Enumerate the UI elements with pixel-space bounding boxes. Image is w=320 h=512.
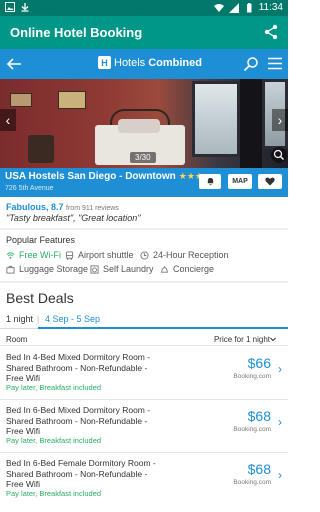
feature-airport-shuttle: Airport shuttle [65, 250, 134, 260]
tab-separator: | [37, 314, 40, 324]
luggage-icon [6, 265, 15, 274]
wall-art [10, 93, 32, 107]
deal-conditions: Pay later, Breakfast included [6, 436, 102, 445]
hotel-photo-gallery[interactable]: ‹ › 3/30 [0, 79, 288, 168]
concierge-bell-icon [160, 265, 169, 273]
divider [0, 452, 288, 453]
feature-24h-reception: 24-Hour Reception [140, 250, 229, 260]
laundry-icon [90, 264, 99, 274]
back-arrow-icon[interactable] [6, 56, 22, 72]
curtain [240, 79, 262, 168]
deal-room-name: Bed In 6-Bed Female Dormitory Room - Sha… [6, 458, 156, 489]
map-button[interactable]: MAP [228, 174, 252, 189]
logo-mark-icon: H [98, 56, 111, 69]
hotel-name-bar: USA Hostels San Diego - Downtown ★★★ 726 … [0, 168, 288, 197]
status-time: 11:34 [258, 2, 283, 13]
hotel-address: 726 5th Avenue [5, 185, 54, 192]
column-room: Room [6, 335, 28, 344]
site-header: H Hotels Combined [0, 49, 288, 79]
feature-concierge: Concierge [160, 264, 214, 274]
deal-provider: Booking.com [233, 426, 271, 433]
status-bar: 11:34 [0, 0, 288, 16]
deal-conditions: Pay later, Breakfast included [6, 489, 102, 498]
heart-icon [265, 177, 275, 186]
chevron-down-icon[interactable] [270, 335, 276, 343]
battery-icon [246, 2, 252, 12]
deal-provider: Booking.com [233, 479, 271, 486]
share-icon[interactable] [263, 24, 279, 40]
wifi-icon [213, 3, 224, 12]
deal-price: $68 [247, 408, 271, 424]
gallery-next-arrow-icon[interactable]: › [272, 109, 288, 131]
tab-active-indicator [38, 327, 288, 329]
image-notification-icon [5, 2, 15, 12]
tab-nights[interactable]: 1 night [6, 314, 33, 324]
deal-row[interactable]: Bed In 4-Bed Mixed Dormitory Room - Shar… [0, 352, 288, 404]
review-rating: Fabulous, 8.7 [6, 202, 64, 212]
signal-icon [228, 2, 239, 13]
zoom-icon[interactable] [271, 147, 287, 163]
chair [28, 135, 54, 163]
best-deals-title: Best Deals [6, 290, 74, 306]
app-bar: Online Hotel Booking [0, 16, 288, 49]
bell-icon [207, 177, 213, 186]
gallery-prev-arrow-icon[interactable]: ‹ [0, 109, 16, 131]
wifi-icon [6, 251, 15, 259]
search-icon[interactable] [243, 56, 259, 72]
deal-date-tabs: 1 night | 4 Sep - 5 Sep [0, 311, 288, 331]
price-alert-button[interactable] [199, 174, 221, 189]
window [192, 81, 240, 157]
hotelscombined-logo[interactable]: H Hotels Combined [98, 56, 202, 69]
logo-text-hotels: Hotels [114, 56, 146, 69]
shuttle-icon [65, 250, 74, 260]
deal-price: $68 [247, 461, 271, 477]
chevron-right-icon[interactable]: › [278, 468, 282, 482]
deal-price: $66 [247, 355, 271, 371]
deal-row[interactable]: Bed In 6-Bed Female Dormitory Room - Sha… [0, 458, 288, 510]
divider [0, 281, 288, 283]
clock-icon [140, 250, 149, 260]
chevron-right-icon[interactable]: › [278, 415, 282, 429]
review-count: from 911 reviews [66, 205, 119, 212]
divider [0, 228, 288, 230]
favorite-button[interactable] [258, 174, 282, 189]
gallery-counter: 3/30 [130, 152, 156, 163]
divider [0, 345, 288, 346]
deal-room-name: Bed In 4-Bed Mixed Dormitory Room - Shar… [6, 352, 151, 383]
deal-conditions: Pay later, Breakfast included [6, 383, 102, 392]
review-quote: "Tasty breakfast", "Great location" [6, 213, 141, 223]
deal-row[interactable]: Bed In 6-Bed Mixed Dormitory Room - Shar… [0, 405, 288, 457]
feature-luggage-storage: Luggage Storage [6, 264, 88, 274]
deal-provider: Booking.com [233, 373, 271, 380]
hotel-name: USA Hostels San Diego - Downtown [5, 171, 176, 182]
divider [0, 399, 288, 400]
app-title: Online Hotel Booking [10, 25, 143, 40]
hamburger-menu-icon[interactable] [268, 57, 282, 70]
feature-wifi: Free Wi-Fi [6, 250, 61, 260]
review-summary: Fabulous, 8.7 from 911 reviews [6, 202, 119, 212]
wall-art [58, 91, 86, 109]
column-price-sort[interactable]: Price for 1 night [214, 335, 270, 344]
pillow [118, 119, 160, 133]
feature-self-laundry: Self Laundry [90, 264, 154, 274]
popular-features-title: Popular Features [6, 235, 76, 245]
logo-text-combined: Combined [148, 56, 202, 69]
deal-room-name: Bed In 6-Bed Mixed Dormitory Room - Shar… [6, 405, 151, 436]
tab-dates[interactable]: 4 Sep - 5 Sep [45, 314, 100, 324]
chevron-right-icon[interactable]: › [278, 362, 282, 376]
download-notification-icon [21, 3, 29, 12]
